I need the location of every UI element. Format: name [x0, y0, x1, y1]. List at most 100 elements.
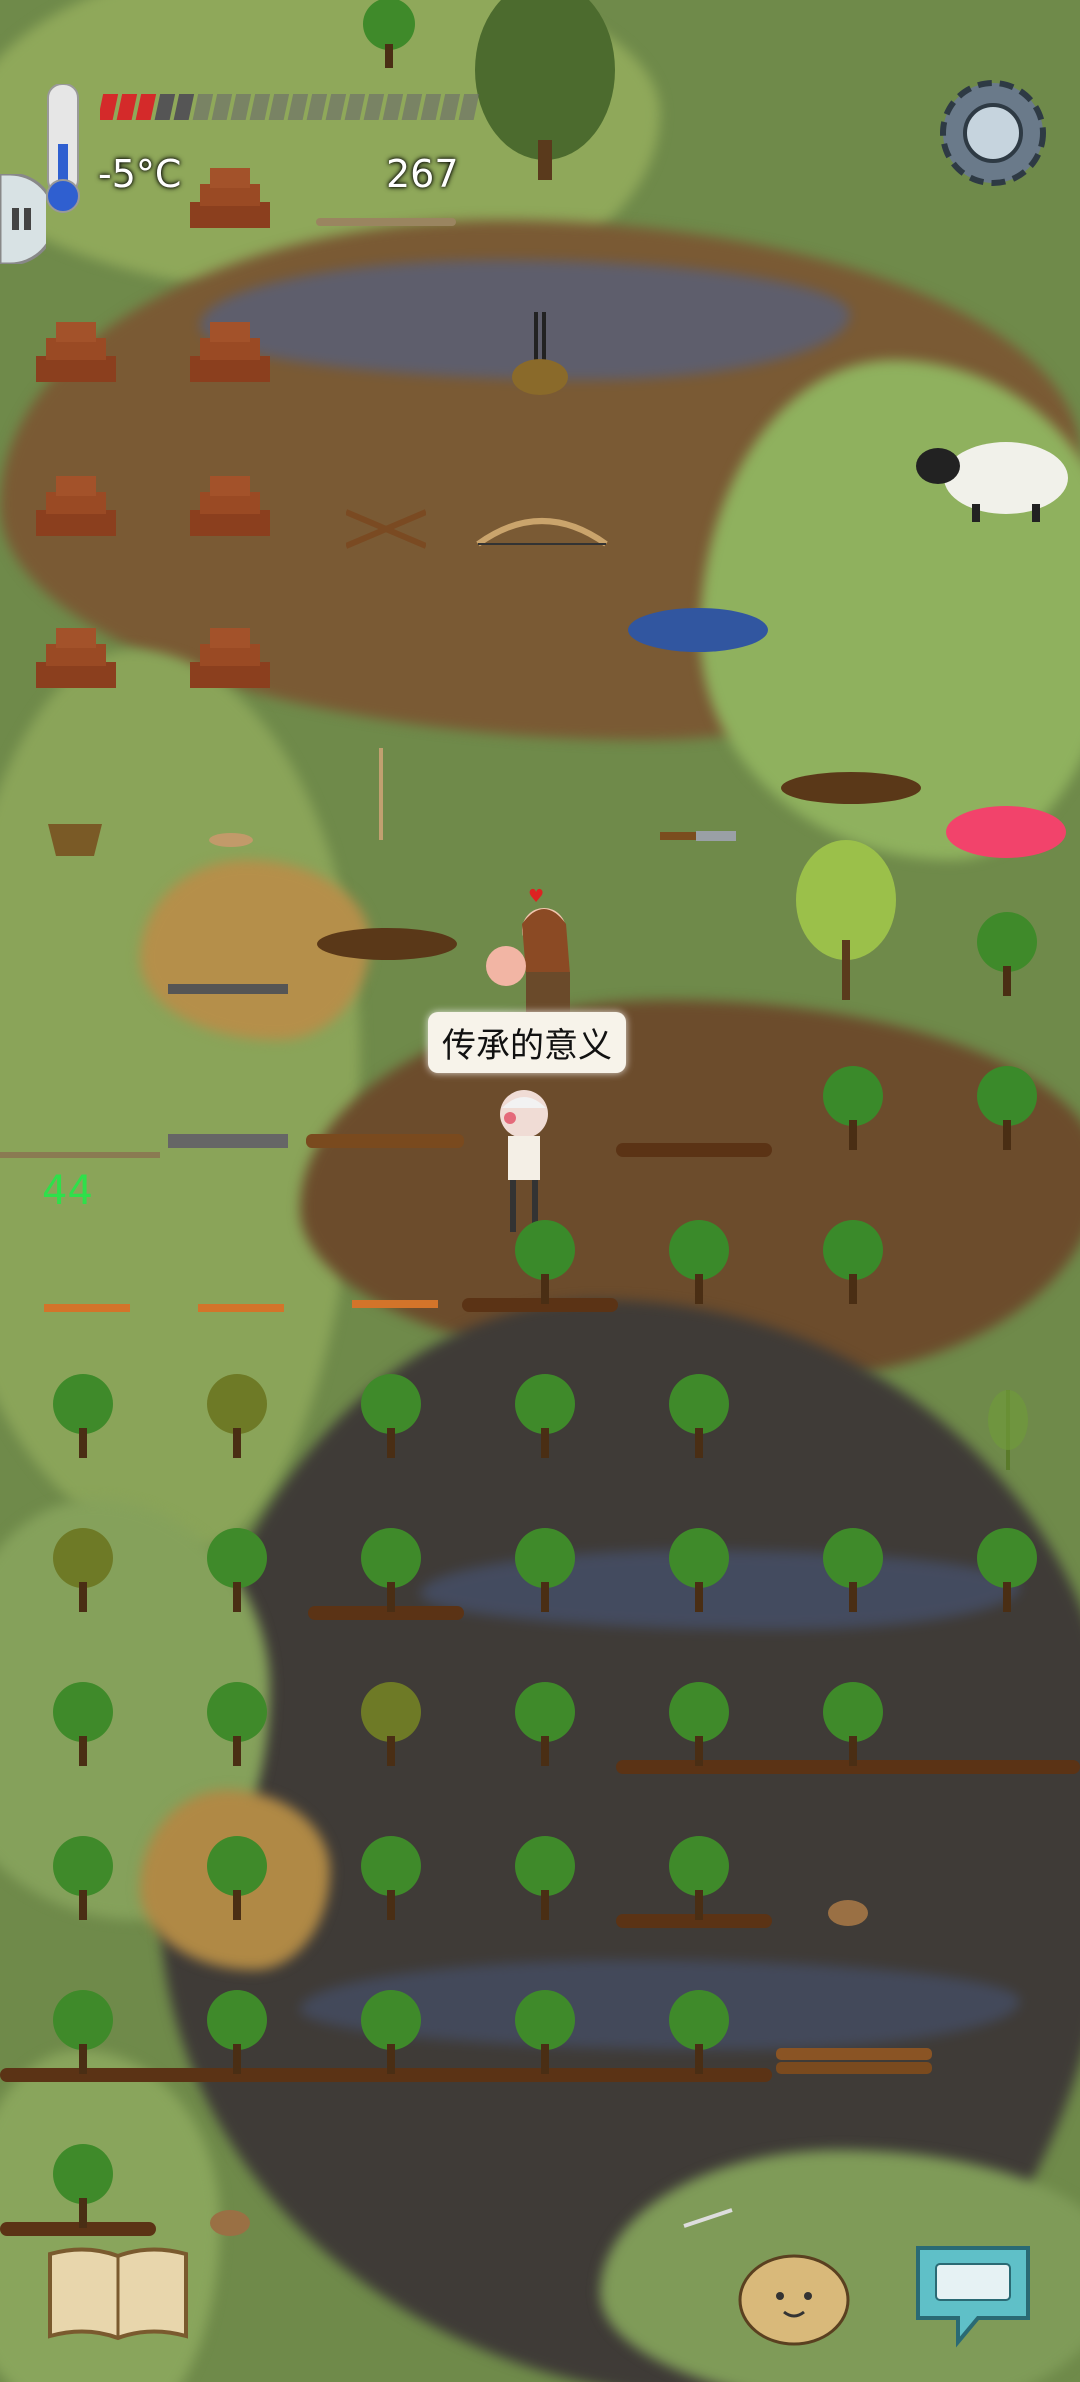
- emote-button[interactable]: [736, 2248, 852, 2348]
- berry-bush[interactable]: [48, 1834, 118, 1924]
- berry-bush[interactable]: [664, 1988, 734, 2078]
- adobe-stack[interactable]: [26, 470, 126, 540]
- carrot[interactable]: [352, 1290, 438, 1316]
- berry-bush[interactable]: [664, 1526, 734, 1616]
- berry-bush[interactable]: [356, 1988, 426, 2078]
- berry-bush[interactable]: [356, 1526, 426, 1616]
- gooseberry-sapling[interactable]: [790, 830, 902, 1000]
- settings-button[interactable]: [930, 70, 1056, 196]
- clay-bowl[interactable]: [208, 2208, 252, 2238]
- feather[interactable]: [680, 2206, 736, 2230]
- berry-bush[interactable]: [356, 1834, 426, 1924]
- speech-bubble: 传承的意义: [428, 1012, 626, 1073]
- berry-bush[interactable]: [510, 1526, 580, 1616]
- gear-icon: [940, 80, 1046, 186]
- svg-text:♥: ♥: [528, 886, 544, 907]
- adobe-stack[interactable]: [180, 470, 280, 540]
- berry-bush[interactable]: [664, 1834, 734, 1924]
- food-pip-empty: [249, 94, 271, 120]
- berry-bush[interactable]: [664, 1680, 734, 1770]
- stone-row[interactable]: [168, 980, 288, 996]
- soil-furrow: [616, 1143, 772, 1157]
- food-pip-empty: [344, 94, 366, 120]
- berry-bush[interactable]: [48, 1372, 118, 1462]
- food-pip-filled: [135, 94, 157, 120]
- journal-button[interactable]: [46, 2244, 190, 2344]
- food-pip-empty: [325, 94, 347, 120]
- berry-bush[interactable]: [48, 2142, 118, 2232]
- carrot[interactable]: [198, 1296, 284, 1318]
- berry-bush[interactable]: [818, 1064, 888, 1154]
- berry-bush[interactable]: [202, 1988, 272, 2078]
- branch[interactable]: [0, 1146, 160, 1158]
- game-world[interactable]: ♥ 传承的意义: [0, 0, 1080, 2382]
- sheep[interactable]: [912, 432, 1072, 524]
- stone-row[interactable]: [168, 1130, 288, 1150]
- food-pip-empty: [268, 94, 290, 120]
- keyboard-icon: [916, 2246, 1030, 2348]
- age-counter: 44: [42, 1168, 93, 1214]
- clay-bowl[interactable]: [826, 1898, 870, 1928]
- long-shaft[interactable]: [376, 748, 386, 840]
- adobe-stack[interactable]: [26, 316, 126, 386]
- food-pip-empty: [287, 94, 309, 120]
- berry-bush[interactable]: [818, 1526, 888, 1616]
- log[interactable]: [306, 1130, 464, 1152]
- food-pip-empty: [192, 94, 214, 120]
- berry-bush[interactable]: [972, 910, 1042, 1000]
- hud: -5°C 267: [0, 0, 1080, 266]
- berry-bush-dry[interactable]: [48, 1526, 118, 1616]
- pond[interactable]: [626, 600, 770, 654]
- berry-bush[interactable]: [510, 1834, 580, 1924]
- food-pip-empty: [420, 94, 442, 120]
- berry-bush[interactable]: [202, 1526, 272, 1616]
- berry-bush[interactable]: [48, 1988, 118, 2078]
- dirt-mound[interactable]: [316, 912, 458, 962]
- berry-bush[interactable]: [356, 1372, 426, 1462]
- berry-bush[interactable]: [510, 1680, 580, 1770]
- berry-bush[interactable]: [202, 1680, 272, 1770]
- flint-knife[interactable]: [660, 828, 736, 844]
- kindling[interactable]: [344, 506, 428, 550]
- basket[interactable]: [44, 816, 106, 868]
- flat-stone[interactable]: [206, 830, 256, 850]
- berry-bush[interactable]: [48, 1680, 118, 1770]
- berry-bush-dry[interactable]: [356, 1680, 426, 1770]
- food-pip-empty: [401, 94, 423, 120]
- food-pip-empty: [173, 94, 195, 120]
- bow[interactable]: [474, 508, 610, 548]
- berry-bush[interactable]: [664, 1218, 734, 1308]
- berry-bush[interactable]: [972, 1526, 1042, 1616]
- dead-pig[interactable]: [944, 802, 1068, 862]
- keyboard-button[interactable]: [908, 2238, 1038, 2348]
- food-pip-empty: [363, 94, 385, 120]
- elder-character[interactable]: [480, 1088, 570, 1238]
- mother-character[interactable]: ♥: [486, 884, 586, 1014]
- face-icon: [738, 2254, 850, 2346]
- berry-bush-dry[interactable]: [202, 1372, 272, 1462]
- berry-bush[interactable]: [510, 1218, 580, 1308]
- berry-bush[interactable]: [818, 1680, 888, 1770]
- berry-bush[interactable]: [202, 1834, 272, 1924]
- food-pip-empty: [211, 94, 233, 120]
- adobe-stack[interactable]: [180, 622, 280, 692]
- carrot[interactable]: [44, 1296, 130, 1318]
- milkweed[interactable]: [980, 1380, 1036, 1470]
- log[interactable]: [776, 2046, 932, 2076]
- temperature-readout: -5°C: [98, 152, 182, 196]
- adobe-stack[interactable]: [180, 316, 280, 386]
- berry-bush[interactable]: [664, 1372, 734, 1462]
- berry-bush[interactable]: [818, 1218, 888, 1308]
- berry-bush[interactable]: [510, 1372, 580, 1462]
- berry-bush[interactable]: [972, 1064, 1042, 1154]
- food-pip-filled: [116, 94, 138, 120]
- branch[interactable]: [316, 210, 456, 234]
- adobe-stack[interactable]: [26, 622, 126, 692]
- food-pip-empty: [306, 94, 328, 120]
- dirt-mound[interactable]: [780, 756, 922, 806]
- score-counter: 267: [386, 152, 459, 196]
- food-pip-empty: [230, 94, 252, 120]
- arrow-quiver[interactable]: [508, 312, 572, 412]
- berry-bush[interactable]: [510, 1988, 580, 2078]
- pause-icon[interactable]: [0, 172, 57, 266]
